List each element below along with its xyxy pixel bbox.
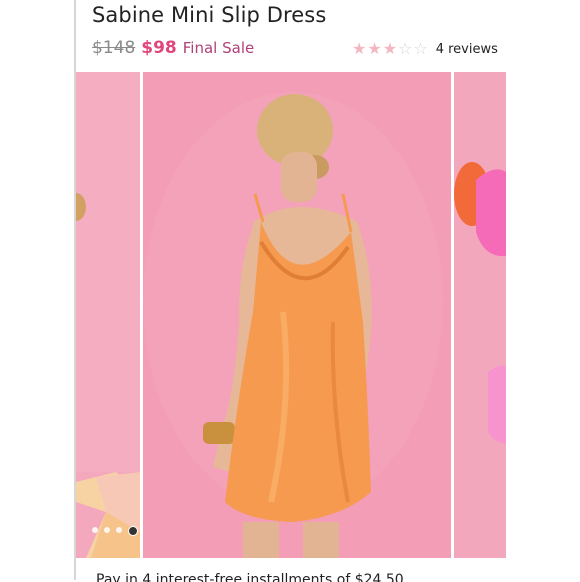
star-filled-icon: ★ — [382, 39, 398, 58]
carousel-dot-active[interactable] — [128, 526, 138, 536]
main-image-art — [143, 72, 451, 558]
left-image-art — [76, 72, 140, 558]
main-product-image[interactable] — [143, 72, 451, 558]
carousel-dots — [92, 526, 140, 536]
price-row: $148 $98 Final Sale — [92, 38, 254, 58]
product-gallery[interactable] — [76, 72, 506, 558]
sale-price: $98 — [141, 38, 177, 58]
carousel-dot[interactable] — [116, 527, 122, 533]
star-empty-icon: ☆ — [398, 39, 413, 58]
right-image-art — [454, 72, 506, 558]
product-title: Sabine Mini Slip Dress — [92, 3, 327, 27]
right-product-image[interactable] — [454, 72, 506, 558]
final-sale-label: Final Sale — [182, 39, 255, 57]
left-product-image[interactable] — [76, 72, 140, 558]
original-price: $148 — [92, 38, 136, 58]
rating[interactable]: ★ ★ ★ ☆ ☆ 4 reviews — [352, 41, 498, 57]
reviews-link[interactable]: 4 reviews — [436, 42, 498, 57]
star-rating: ★ ★ ★ ☆ ☆ — [352, 41, 428, 57]
star-filled-icon: ★ — [367, 39, 382, 58]
carousel-dot[interactable] — [104, 527, 110, 533]
star-filled-icon: ★ — [352, 39, 367, 58]
star-empty-icon: ☆ — [413, 39, 428, 58]
installment-text: Pay in 4 interest-free installments of $… — [96, 572, 404, 582]
left-border — [0, 0, 76, 580]
carousel-dot[interactable] — [92, 527, 98, 533]
